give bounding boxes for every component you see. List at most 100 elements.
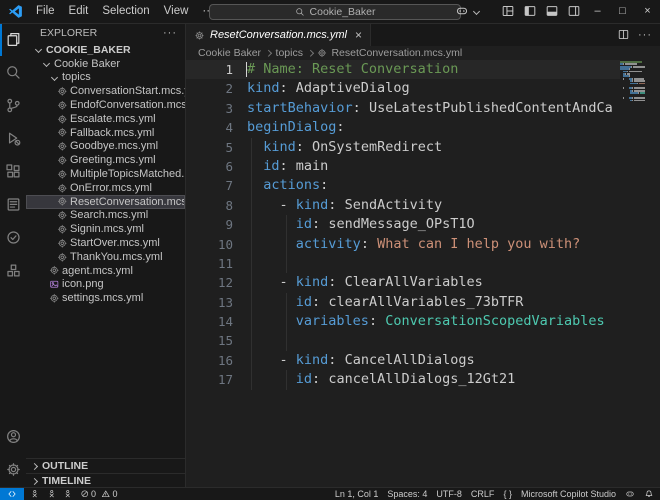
tree-item-agent-mcs-yml[interactable]: agent.mcs.yml [26,264,185,278]
editor-scrollbar[interactable] [646,60,660,488]
code-line-11[interactable]: 11 [186,254,620,273]
code-line-17[interactable]: 17 id: cancelAllDialogs_12Gt21 [186,370,620,389]
tree-item-settings-mcs-yml[interactable]: settings.mcs.yml [26,291,185,305]
agent-icon-2[interactable] [47,489,57,499]
editor-more-actions-icon[interactable]: ··· [638,29,652,41]
code-line-14[interactable]: 14 variables: ConversationScopedVariable… [186,312,620,331]
section-outline[interactable]: OUTLINE [26,458,185,473]
tree-item-thankyou-mcs-yml[interactable]: ThankYou.mcs.yml [26,250,185,264]
agent-icon-3[interactable] [63,489,73,499]
menu-view[interactable]: View [157,3,196,20]
close-button[interactable]: × [635,0,660,22]
tree-item-resetconversation-mcs-yml[interactable]: ResetConversation.mcs.yml [26,195,185,209]
activitybar-blocks[interactable] [0,254,26,287]
activitybar-search[interactable] [0,56,26,89]
tab-close-icon[interactable]: × [355,28,362,42]
code-line-5[interactable]: 5 kind: OnSystemRedirect [186,138,620,157]
bell-icon[interactable] [644,489,654,499]
line-number: 7 [186,176,233,195]
tree-item-conversationstart-mcs-yml[interactable]: ConversationStart.mcs.yml [26,84,185,98]
code-line-12[interactable]: 12 - kind: ClearAllVariables [186,273,620,292]
code-line-16[interactable]: 16 - kind: CancelAllDialogs [186,351,620,370]
copilot-icon[interactable] [451,0,473,22]
tree-item-topics[interactable]: topics [26,71,185,85]
split-editor-icon[interactable] [617,28,630,41]
tree-item-endofconversation-mcs-yml[interactable]: EndofConversation.mcs.yml [26,98,185,112]
code-line-9[interactable]: 9 id: sendMessage_OPsT1O [186,215,620,234]
code-line-10[interactable]: 10 activity: What can I help you with? [186,235,620,254]
tree-item-search-mcs-yml[interactable]: Search.mcs.yml [26,209,185,223]
activitybar-run-debug[interactable] [0,122,26,155]
explorer-more-actions-icon[interactable]: ··· [163,27,177,39]
maximize-button[interactable]: □ [610,0,635,22]
code-line-13[interactable]: 13 id: clearAllVariables_73bTFR [186,293,620,312]
tab-resetconversation[interactable]: ResetConversation.mcs.yml × [186,23,371,46]
status-microsoft-copilot-studio[interactable]: Microsoft Copilot Studio [521,489,616,499]
breadcrumb-item[interactable]: Cookie Baker [198,47,261,59]
code-line-7[interactable]: 7 actions: [186,176,620,195]
tree-item-icon-png[interactable]: icon.png [26,278,185,292]
tree-root-cookie-baker[interactable]: COOKIE_BAKER [26,43,185,57]
activitybar-tasks[interactable] [0,221,26,254]
tree-item-startover-mcs-yml[interactable]: StartOver.mcs.yml [26,236,185,250]
toggle-panel-icon[interactable] [541,0,563,22]
tree-item-cookie-baker[interactable]: Cookie Baker [26,57,185,71]
problems-indicator[interactable]: 0 0 [80,489,118,499]
chevron-down-icon [32,47,44,52]
command-center-search[interactable]: Cookie_Baker [209,4,461,20]
tree-item-signin-mcs-yml[interactable]: Signin.mcs.yml [26,222,185,236]
activitybar-account[interactable] [0,420,26,453]
remote-indicator[interactable] [0,488,24,500]
line-number: 6 [186,157,233,176]
yaml-file-icon [56,196,68,207]
code-line-3[interactable]: 3startBehavior: UseLatestPublishedConten… [186,99,620,118]
section-timeline[interactable]: TIMELINE [26,473,185,488]
tree-item-multipletopicsmatched-mcs-yml[interactable]: MultipleTopicsMatched.mcs.yml [26,167,185,181]
code-line-6[interactable]: 6 id: main [186,157,620,176]
activitybar-explorer[interactable] [0,23,26,56]
breadcrumb-file[interactable]: ResetConversation.mcs.yml [317,47,462,59]
minimap[interactable] [620,61,646,488]
toggle-sidebar-right-icon[interactable] [563,0,585,22]
titlebar: FileEditSelectionView··· ← → Cookie_Bake… [0,0,660,24]
copilot-icon[interactable] [625,489,635,499]
tree-item-onerror-mcs-yml[interactable]: OnError.mcs.yml [26,181,185,195]
code-line-2[interactable]: 2kind: AdaptiveDialog [186,79,620,98]
status-spaces-4[interactable]: Spaces: 4 [387,489,427,499]
yaml-file-icon [56,183,68,194]
status-[interactable]: { } [503,489,512,499]
breadcrumb-item[interactable]: topics [276,47,303,59]
status-left-items [30,489,80,499]
yaml-file-icon [56,210,68,221]
menu-edit[interactable]: Edit [62,3,96,20]
tree-item-escalate-mcs-yml[interactable]: Escalate.mcs.yml [26,112,185,126]
tree-item-label: StartOver.mcs.yml [70,237,160,249]
activitybar-notebook-list[interactable] [0,188,26,221]
menu-selection[interactable]: Selection [95,3,156,20]
status-ln-1-col-1[interactable]: Ln 1, Col 1 [335,489,379,499]
code-line-4[interactable]: 4beginDialog: [186,118,620,137]
chevron-down-icon[interactable] [473,0,483,22]
yaml-file-icon [56,127,68,138]
code-line-15[interactable]: 15 [186,331,620,350]
tree-item-greeting-mcs-yml[interactable]: Greeting.mcs.yml [26,153,185,167]
toggle-sidebar-left-icon[interactable] [519,0,541,22]
status-crlf[interactable]: CRLF [471,489,495,499]
activitybar-settings[interactable] [0,453,26,486]
menu-file[interactable]: File [29,3,62,20]
code-line-1[interactable]: 1# Name: Reset Conversation [186,60,620,79]
tree-item-goodbye-mcs-yml[interactable]: Goodbye.mcs.yml [26,140,185,154]
customize-layout-icon[interactable] [497,0,519,22]
errors-count: 0 [91,489,96,499]
code-line-8[interactable]: 8 - kind: SendActivity [186,196,620,215]
tree-item-label: Greeting.mcs.yml [70,154,156,166]
activitybar-source-control[interactable] [0,89,26,122]
status-utf-8[interactable]: UTF-8 [436,489,462,499]
file-tree: COOKIE_BAKERCookie BakertopicsConversati… [26,43,185,305]
activitybar-extensions[interactable] [0,155,26,188]
tree-item-fallback-mcs-yml[interactable]: Fallback.mcs.yml [26,126,185,140]
agent-icon-1[interactable] [30,489,40,499]
vscode-window: FileEditSelectionView··· ← → Cookie_Bake… [0,0,660,500]
minimize-button[interactable]: – [585,0,610,22]
code-editor[interactable]: 1# Name: Reset Conversation2kind: Adapti… [186,60,660,488]
